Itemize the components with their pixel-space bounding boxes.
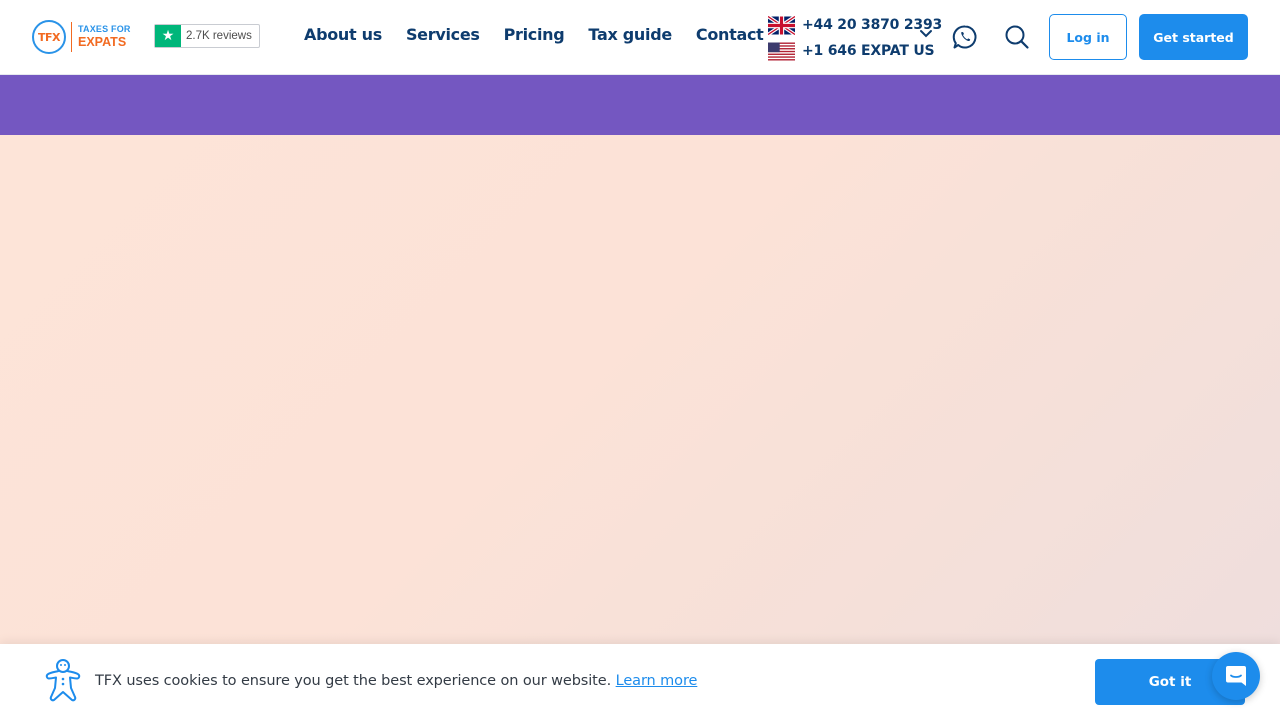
- chevron-down-icon[interactable]: [918, 28, 934, 40]
- logo-divider: [71, 22, 72, 52]
- cookie-message-text: TFX uses cookies to ensure you get the b…: [95, 673, 612, 689]
- nav-item-services[interactable]: Services: [406, 25, 480, 44]
- whatsapp-button[interactable]: [950, 22, 980, 52]
- purple-band: [0, 75, 1280, 135]
- nav-item-about-us[interactable]: About us: [304, 25, 382, 44]
- login-button[interactable]: Log in: [1049, 14, 1127, 60]
- phone-number-us[interactable]: +1 646 EXPAT US: [802, 43, 935, 59]
- logo-line2: EXPATS: [78, 35, 127, 50]
- hero-section: [0, 135, 1280, 644]
- tfx-logo-mark: TFX: [32, 20, 66, 54]
- cookie-message: TFX uses cookies to ensure you get the b…: [95, 673, 697, 689]
- nav-item-pricing[interactable]: Pricing: [504, 25, 565, 44]
- learn-more-link[interactable]: Learn more: [616, 673, 698, 689]
- search-button[interactable]: [1002, 22, 1032, 52]
- gingerbread-cookie-icon: [45, 659, 81, 702]
- phone-uk: +44 20 3870 2393: [768, 12, 942, 38]
- nav-item-tax-guide[interactable]: Tax guide: [588, 25, 672, 44]
- get-started-button[interactable]: Get started: [1139, 14, 1248, 60]
- tfx-logo[interactable]: TFX TAXES FOR EXPATS: [32, 20, 134, 54]
- chat-icon: [1226, 666, 1246, 686]
- logo-line1: TAXES FOR: [78, 24, 131, 35]
- nav-item-contact[interactable]: Contact: [696, 25, 764, 44]
- chat-launcher[interactable]: [1212, 652, 1260, 700]
- trustpilot-badge[interactable]: ★ 2.7K reviews: [154, 24, 260, 48]
- site-header: TFX TAXES FOR EXPATS ★ 2.7K reviews Abou…: [0, 0, 1280, 75]
- phone-us: +1 646 EXPAT US: [768, 38, 938, 64]
- logo-wordmark: TAXES FOR EXPATS: [78, 25, 131, 49]
- cookie-banner: TFX uses cookies to ensure you get the b…: [0, 644, 1280, 720]
- search-icon: [1005, 25, 1029, 49]
- phone-numbers: +44 20 3870 2393 +1 646 EXPAT US: [768, 12, 942, 64]
- whatsapp-icon: [952, 25, 977, 49]
- us-flag-icon: [768, 42, 795, 60]
- trustpilot-reviews: 2.7K reviews: [186, 30, 252, 42]
- uk-flag-icon: [768, 15, 795, 35]
- star-icon: ★: [155, 25, 181, 47]
- main-nav: About us Services Pricing Tax guide Cont…: [304, 25, 764, 44]
- logo-mark-text: TFX: [38, 30, 61, 44]
